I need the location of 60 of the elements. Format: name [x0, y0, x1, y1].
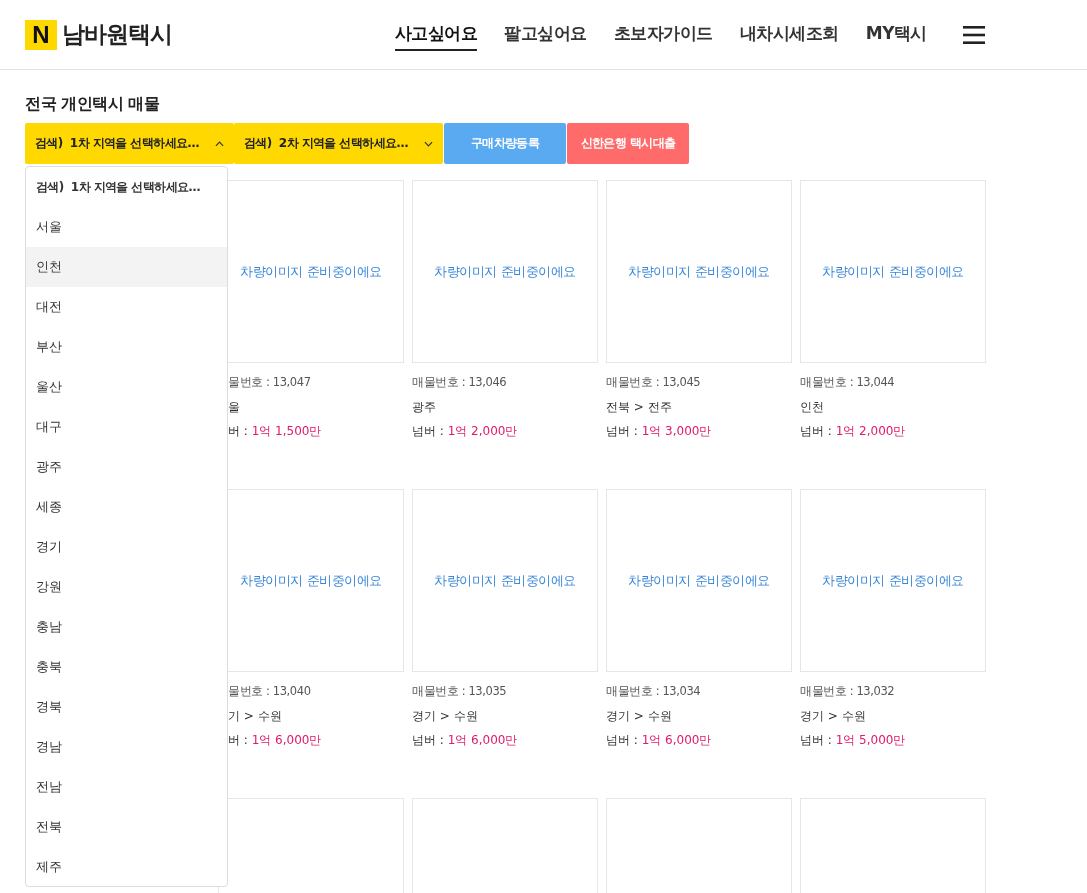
- image-frame[interactable]: 차량이미지 준비중이에요: [606, 489, 792, 672]
- dropdown-option[interactable]: 전북: [26, 807, 227, 847]
- placeholder-text: 차량이미지 준비중이에요: [628, 262, 770, 281]
- listing-number: 물번호 : 13,040: [228, 684, 312, 700]
- placeholder-text: 차량이미지 준비중이에요: [822, 571, 964, 590]
- placeholder-text: 차량이미지 준비중이에요: [434, 571, 576, 590]
- dropdown-option[interactable]: 경북: [26, 687, 227, 727]
- listing-region: 경기 > 수원: [606, 708, 673, 725]
- nav-link[interactable]: 팔고싶어요: [504, 18, 587, 51]
- listing-number: 매물번호 : 13,045: [606, 375, 702, 391]
- listing-region: 울: [228, 399, 241, 416]
- listing-number: 매물번호 : 13,046: [412, 375, 508, 391]
- listing-price: 버 : 1억 6,000만: [228, 732, 323, 749]
- listing-price: 넘버 : 1억 5,000만: [800, 732, 907, 749]
- region-select[interactable]: 검색) 1차 지역을 선택하세요...: [25, 123, 234, 164]
- site-logo[interactable]: 남바원택시: [62, 19, 172, 50]
- logo-icon[interactable]: N: [25, 19, 57, 50]
- listing-number: 물번호 : 13,047: [228, 375, 312, 391]
- dropdown-option[interactable]: 전남: [26, 767, 227, 807]
- listing-number: 매물번호 : 13,034: [606, 684, 702, 700]
- listing-region: 경기 > 수원: [800, 708, 867, 725]
- chevron-down-icon: [424, 140, 433, 147]
- listing-region: 기 > 수원: [228, 708, 283, 725]
- image-frame[interactable]: 차량이미지 준비중이에요: [800, 489, 986, 672]
- listing-number: 매물번호 : 13,032: [800, 684, 896, 700]
- image-frame[interactable]: 차량이미지 준비중이에요: [412, 180, 598, 363]
- placeholder-text: 차량이미지 준비중이에요: [240, 571, 382, 590]
- dropdown-option[interactable]: 경남: [26, 727, 227, 767]
- image-frame[interactable]: 차량이미지 준비중이에요: [412, 489, 598, 672]
- image-frame[interactable]: 차량이미지 준비중이에요: [606, 180, 792, 363]
- listing-number: 매물번호 : 13,044: [800, 375, 896, 391]
- dropdown-option[interactable]: 울산: [26, 367, 227, 407]
- dropdown-option[interactable]: 제주: [26, 847, 227, 886]
- placeholder-text: 차량이미지 준비중이에요: [434, 262, 576, 281]
- nav-link[interactable]: 사고싶어요: [394, 18, 478, 51]
- listing-price: 넘버 : 1억 2,000만: [412, 423, 519, 440]
- listing-number: 매물번호 : 13,035: [412, 684, 508, 700]
- placeholder-text: 차량이미지 준비중이에요: [628, 571, 770, 590]
- listing-price: 넘버 : 1억 2,000만: [800, 423, 907, 440]
- listing-price: 넘버 : 1억 6,000만: [412, 732, 519, 749]
- placeholder-text: 차량이미지 준비중이에요: [240, 262, 382, 281]
- listing-region: 인천: [800, 399, 825, 416]
- listing-region: 광주: [412, 399, 437, 416]
- dropdown-option[interactable]: 대구: [26, 407, 227, 447]
- listing-price: 넘버 : 1억 6,000만: [606, 732, 713, 749]
- nav-link[interactable]: 초보자가이드: [613, 18, 713, 51]
- menu-icon[interactable]: [963, 25, 985, 44]
- listing-price: 버 : 1억 1,500만: [228, 423, 323, 440]
- placeholder-text: 차량이미지 준비중이에요: [822, 262, 964, 281]
- listing-region: 전북 > 전주: [606, 399, 673, 416]
- nav-link[interactable]: MY택시: [865, 18, 927, 51]
- dropdown-option[interactable]: 인천: [26, 247, 227, 287]
- dropdown-option[interactable]: 광주: [26, 447, 227, 487]
- listing-region: 경기 > 수원: [412, 708, 479, 725]
- image-frame[interactable]: 차량이미지 준비중이에요: [800, 180, 986, 363]
- listing-price: 넘버 : 1억 3,000만: [606, 423, 713, 440]
- region-select[interactable]: 검색) 2차 지역을 선택하세요...: [234, 123, 443, 164]
- nav-link[interactable]: 내차시세조회: [739, 18, 839, 51]
- page-title: 전국 개인택시 매물: [25, 94, 161, 115]
- chevron-up-icon: [215, 140, 224, 147]
